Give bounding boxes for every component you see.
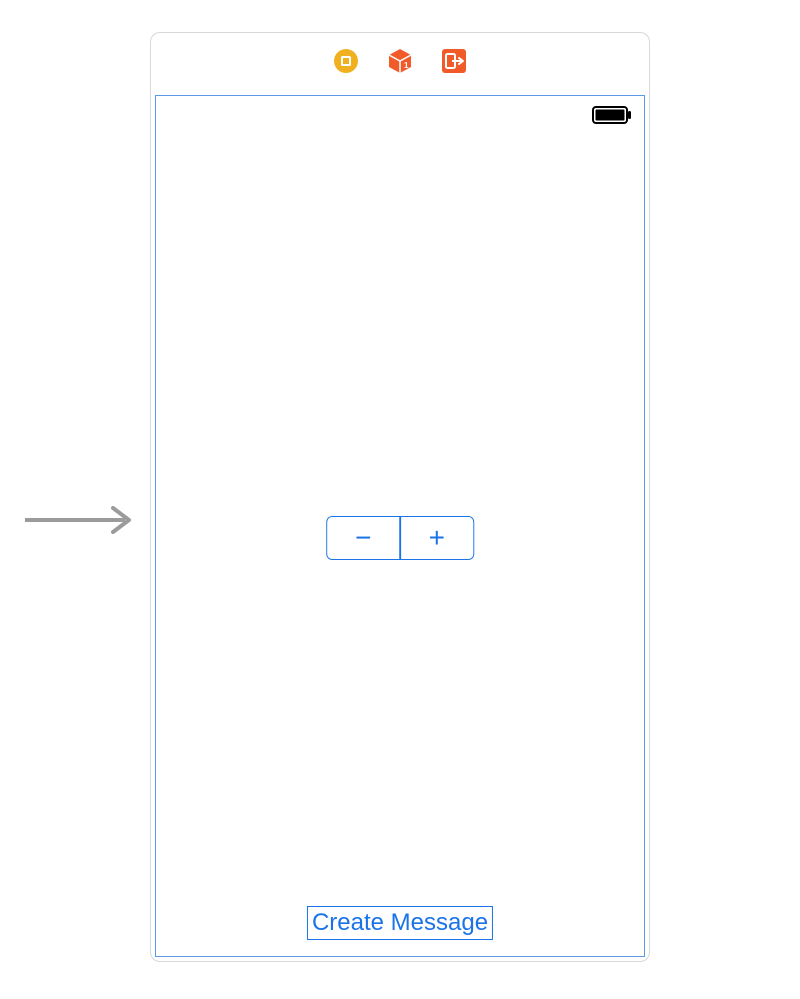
view-controller-view[interactable]: − + Create Message (155, 95, 645, 957)
device-scene-frame: 1 − + (150, 32, 650, 962)
processor-icon[interactable] (332, 47, 360, 75)
segue-arrow (25, 500, 135, 540)
plus-glyph: + (429, 522, 445, 554)
stepper-plus-button[interactable]: + (401, 517, 473, 559)
create-message-label: Create Message (312, 909, 488, 936)
battery-icon (592, 106, 632, 124)
stepper-minus-button[interactable]: − (327, 517, 399, 559)
svg-text:1: 1 (404, 61, 409, 70)
stepper-control[interactable]: − + (326, 516, 474, 560)
minus-glyph: − (355, 522, 371, 554)
cube-icon[interactable]: 1 (386, 47, 414, 75)
scene-toolbar: 1 (151, 33, 649, 89)
exit-icon[interactable] (440, 47, 468, 75)
create-message-button[interactable]: Create Message (307, 906, 493, 940)
